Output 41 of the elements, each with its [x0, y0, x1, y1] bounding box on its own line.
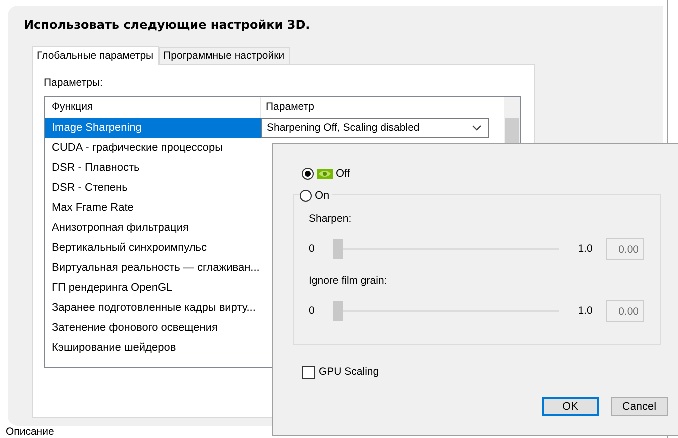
feature-cell[interactable]: DSR - Степень [45, 178, 261, 198]
slider-track[interactable] [333, 301, 559, 321]
slider-label: Sharpen: [309, 213, 353, 227]
slider-thumb[interactable] [333, 301, 343, 321]
slider-min: 0 [309, 243, 316, 255]
slider-max: 1.0 [577, 243, 594, 255]
slider-max: 1.0 [577, 305, 594, 317]
radio-button[interactable] [300, 190, 312, 202]
checkbox[interactable] [302, 366, 315, 378]
slider-track[interactable] [333, 239, 559, 259]
caret-icon [472, 125, 482, 131]
value-field[interactable]: 0.00 [606, 238, 644, 260]
feature-cell[interactable]: Max Frame Rate [45, 198, 261, 218]
feature-cell[interactable]: CUDA - графические процессоры [45, 138, 261, 158]
ok-button[interactable]: OK [542, 397, 599, 416]
radio-label: Off [336, 168, 350, 180]
feature-cell[interactable]: Image Sharpening [45, 118, 261, 138]
slider-label: Ignore film grain: [309, 275, 388, 289]
cancel-button[interactable]: Cancel [611, 397, 668, 416]
value-dropdown[interactable]: Sharpening Off, Scaling disabled [261, 118, 489, 138]
feature-cell[interactable]: Анизотропная фильтрация [45, 218, 261, 238]
feature-cell[interactable]: DSR - Плавность [45, 158, 261, 178]
radio-button[interactable] [302, 168, 314, 180]
section-heading: Использовать следующие настройки 3D. [24, 18, 312, 34]
slider-thumb[interactable] [333, 239, 343, 259]
feature-cell[interactable]: Виртуальная реальность — сглаживан... [45, 258, 261, 278]
description-label: Описание [6, 426, 54, 438]
radio-label: On [315, 190, 330, 202]
eye-logo-icon [317, 169, 333, 179]
value-field[interactable]: 0.00 [606, 300, 644, 322]
feature-cell[interactable]: Заранее подготовленные кадры вирту... [45, 298, 261, 318]
slider-min: 0 [309, 305, 316, 317]
feature-cell[interactable]: Вертикальный синхроимпульс [45, 238, 261, 258]
checkbox-label: GPU Scaling [319, 366, 380, 378]
tab[interactable]: Программные настройки [158, 47, 290, 64]
feature-cell[interactable]: ГП рендеринга OpenGL [45, 278, 261, 298]
parameters-label: Параметры: [44, 77, 104, 91]
feature-cell[interactable]: Затенение фонового освещения [45, 318, 261, 338]
tab[interactable]: Глобальные параметры [32, 46, 159, 65]
feature-cell[interactable]: Кэширование шейдеров [45, 338, 261, 358]
column-header[interactable]: Параметр [261, 97, 489, 118]
